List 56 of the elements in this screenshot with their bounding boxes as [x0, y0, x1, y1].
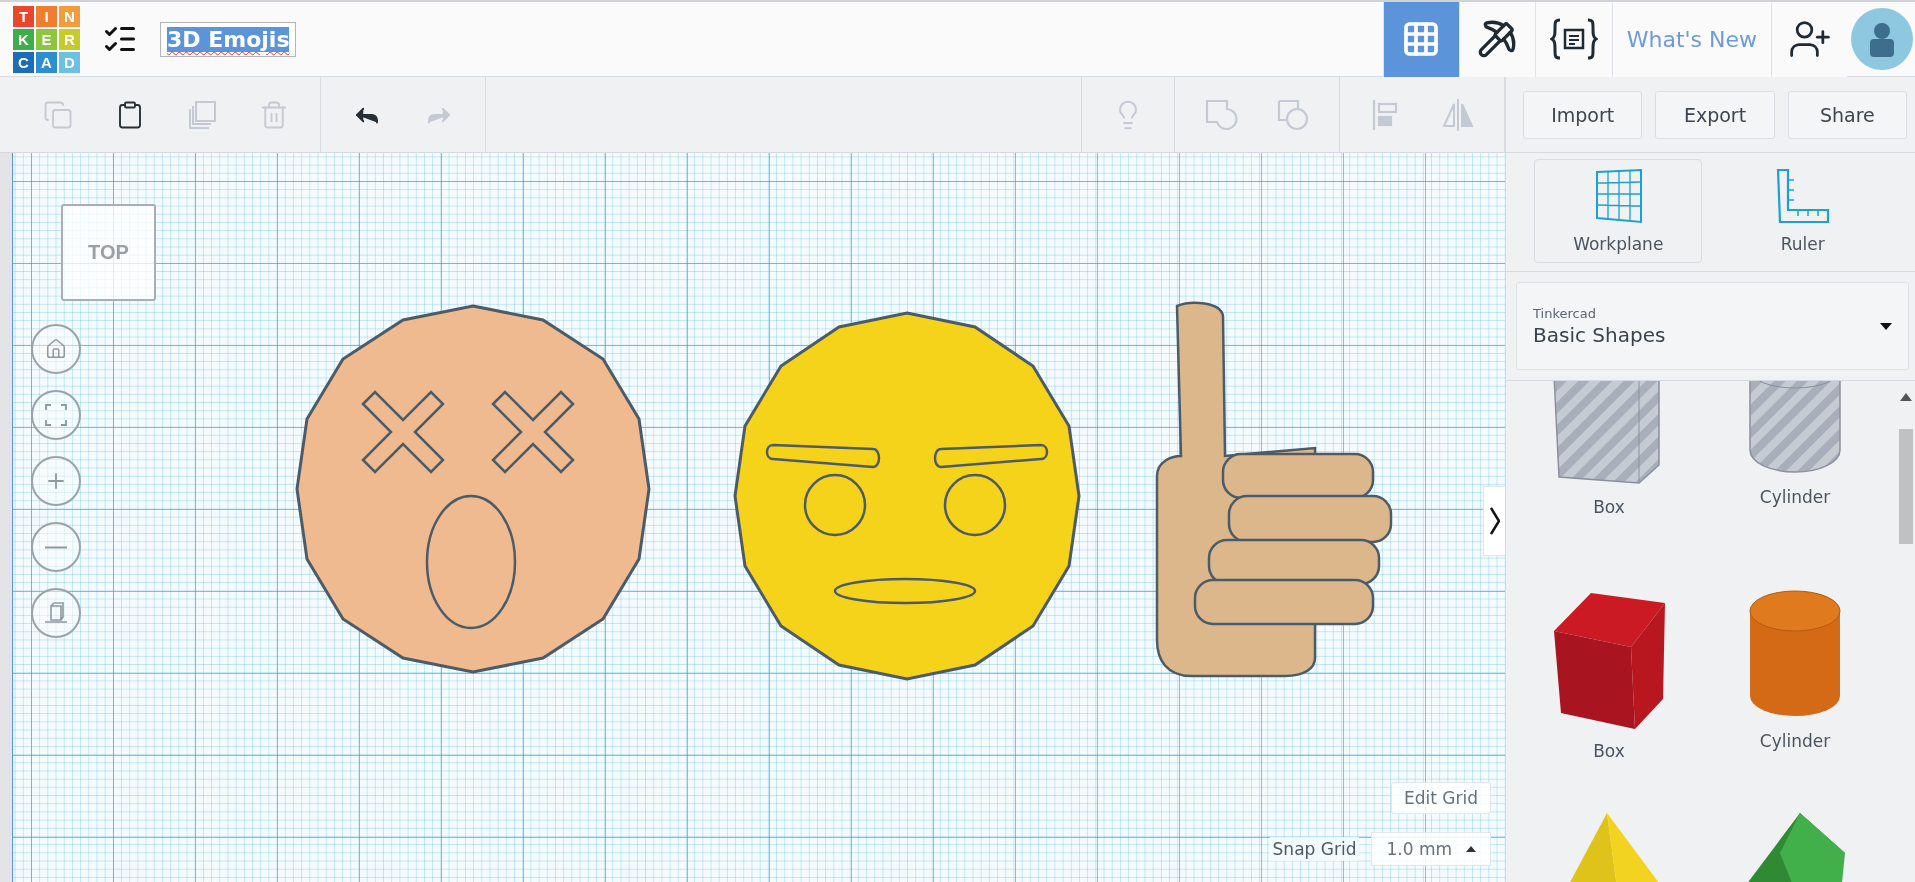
fit-view-icon — [45, 404, 67, 426]
zoom-out-button[interactable] — [31, 522, 81, 572]
ruler-icon — [1775, 168, 1830, 224]
logo-tile: I — [36, 5, 57, 27]
logo-tile: T — [13, 5, 34, 27]
pickaxe-icon — [1477, 19, 1518, 59]
action-button[interactable]: Share — [1787, 90, 1907, 139]
invite-user-button[interactable] — [1771, 1, 1847, 77]
snap-grid-select[interactable]: 1.0 mm — [1371, 832, 1491, 866]
shape-ungroup-icon — [1276, 97, 1310, 132]
logo-tile: A — [36, 51, 57, 73]
panel-collapse-tab[interactable] — [1483, 486, 1505, 556]
caret-icon — [1466, 846, 1476, 852]
shape-item[interactable]: Box — [1516, 381, 1702, 575]
scrollbar-thumb[interactable] — [1899, 429, 1913, 544]
shape-item[interactable]: Cylinder — [1702, 589, 1888, 799]
mirror-icon — [1440, 97, 1476, 132]
scroll-up-icon[interactable] — [1900, 393, 1912, 401]
fit-button[interactable] — [31, 390, 81, 440]
code-blocks-icon — [1549, 18, 1598, 60]
logo-tile: R — [59, 28, 80, 50]
duplicate-icon — [186, 98, 218, 131]
copy-icon — [43, 99, 73, 130]
caret-icon — [1880, 322, 1892, 330]
shape-label: Cylinder — [1759, 731, 1831, 751]
workplane-button[interactable]: Workplane — [1534, 159, 1703, 263]
shape-group-icon — [1204, 97, 1238, 132]
chevron-icon — [1489, 507, 1500, 535]
perspective-button[interactable] — [31, 588, 81, 638]
pickaxe-view-button[interactable] — [1458, 1, 1535, 77]
shape-label: Box — [1593, 741, 1625, 761]
home-button[interactable] — [31, 324, 81, 374]
edit-grid-button[interactable]: Edit Grid — [1391, 782, 1491, 814]
workplane-icon — [1593, 168, 1644, 224]
shape-library-dropdown[interactable]: Tinkercad Basic Shapes — [1516, 282, 1909, 370]
home-icon — [45, 338, 67, 360]
logo-tile: E — [36, 28, 57, 50]
logo-tile: C — [13, 51, 34, 73]
workplane-grid[interactable]: TOP Edit Grid Snap Grid 1.0 mm — [13, 153, 1505, 882]
zoom-in-button[interactable] — [31, 456, 81, 506]
code-view-button[interactable] — [1534, 1, 1612, 77]
trash-icon — [259, 99, 289, 130]
shape-item[interactable]: Box — [1516, 589, 1702, 799]
shape-item[interactable]: Cylinder — [1702, 381, 1888, 575]
cube-view-icon — [44, 602, 68, 624]
ruler-button[interactable]: Ruler — [1718, 159, 1887, 263]
shape-label: Cylinder — [1759, 487, 1831, 507]
action-button[interactable]: Export — [1655, 90, 1775, 139]
action-button[interactable]: Import — [1523, 90, 1643, 139]
zoom-out-icon — [45, 545, 67, 549]
logo-tile: D — [59, 51, 80, 73]
shape-label: Box — [1593, 497, 1625, 517]
snap-grid-label: Snap Grid — [1269, 837, 1360, 861]
tinkercad-logo[interactable]: T I N K E R C A D — [13, 5, 80, 73]
logo-tile: K — [13, 28, 34, 50]
logo-tile: N — [59, 5, 80, 27]
